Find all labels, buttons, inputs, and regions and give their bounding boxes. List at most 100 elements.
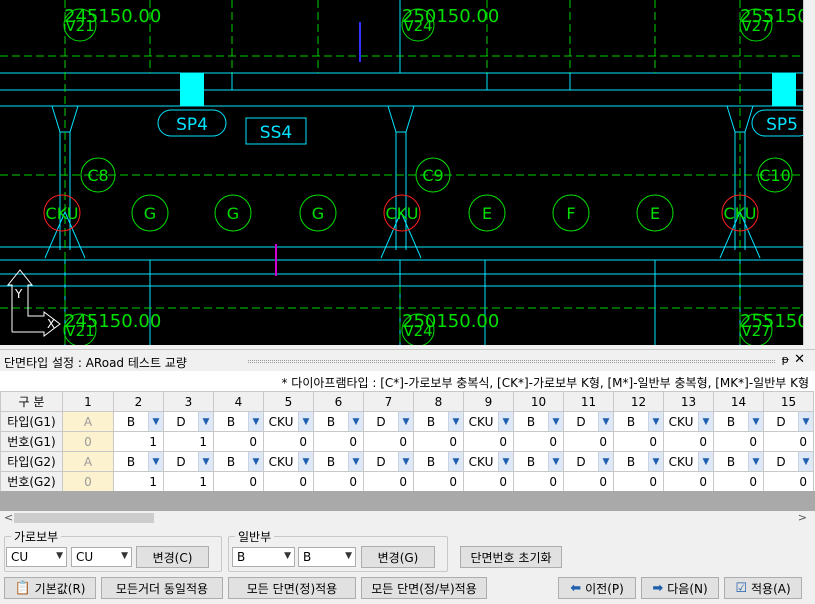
chevron-down-icon[interactable]: ▼: [148, 452, 163, 471]
grid-number-cell[interactable]: 0: [613, 431, 664, 452]
grid-type-select[interactable]: D ▼: [563, 451, 614, 472]
grid-type-select[interactable]: B ▼: [213, 451, 264, 472]
chevron-down-icon[interactable]: ▼: [698, 452, 713, 471]
grid-type-select[interactable]: CKU ▼: [263, 411, 314, 432]
grid-type-select[interactable]: B ▼: [313, 411, 364, 432]
grid-type-select[interactable]: B ▼: [713, 411, 764, 432]
chevron-down-icon[interactable]: ▼: [498, 452, 513, 471]
grid-number-cell[interactable]: 0: [363, 471, 414, 492]
chevron-down-icon[interactable]: ▼: [398, 412, 413, 431]
grid-number-cell[interactable]: 0: [513, 471, 564, 492]
grid-type-select[interactable]: CKU ▼: [663, 451, 714, 472]
grid-number-cell[interactable]: 0: [613, 471, 664, 492]
scroll-left-icon[interactable]: <: [4, 511, 13, 524]
grid-type-select[interactable]: D ▼: [563, 411, 614, 432]
cross-beam-change-button[interactable]: 변경(C): [136, 546, 209, 568]
chevron-down-icon[interactable]: ▼: [248, 452, 263, 471]
grid-number-cell[interactable]: 0: [763, 431, 814, 452]
chevron-down-icon[interactable]: ▼: [198, 452, 213, 471]
grid-type-select[interactable]: B ▼: [213, 411, 264, 432]
next-button[interactable]: ➡ 다음(N): [641, 577, 719, 599]
grid-type-select[interactable]: CKU ▼: [263, 451, 314, 472]
grid-type-select[interactable]: B ▼: [413, 411, 464, 432]
grid-number-cell[interactable]: 1: [113, 431, 164, 452]
grid-type-select[interactable]: B ▼: [613, 411, 664, 432]
default-button[interactable]: 📋 기본값(R): [4, 577, 96, 599]
prev-button[interactable]: ⬅ 이전(P): [558, 577, 636, 599]
chevron-down-icon[interactable]: ▼: [598, 452, 613, 471]
chevron-down-icon[interactable]: ▼: [748, 412, 763, 431]
general-combo-2[interactable]: B ▼: [298, 547, 356, 567]
grid-type-select[interactable]: B ▼: [513, 411, 564, 432]
grid-number-cell[interactable]: 1: [163, 431, 214, 452]
chevron-down-icon[interactable]: ▼: [748, 452, 763, 471]
chevron-down-icon[interactable]: ▼: [648, 452, 663, 471]
chevron-down-icon[interactable]: ▼: [348, 412, 363, 431]
grid-type-select[interactable]: CKU ▼: [463, 411, 514, 432]
grid-number-cell[interactable]: 0: [313, 471, 364, 492]
grid-type-select[interactable]: B ▼: [613, 451, 664, 472]
all-girder-same-button[interactable]: 모든거더 동일적용: [101, 577, 223, 599]
grid-number-cell[interactable]: 0: [413, 471, 464, 492]
grid-number-cell[interactable]: 0: [663, 471, 714, 492]
reset-section-number-button[interactable]: 단면번호 초기화: [460, 546, 562, 568]
grid-type-select[interactable]: D ▼: [763, 451, 814, 472]
grid-type-select[interactable]: B ▼: [413, 451, 464, 472]
apply-button[interactable]: ☑ 적용(A): [724, 577, 802, 599]
grid-number-cell[interactable]: 0: [463, 431, 514, 452]
chevron-down-icon[interactable]: ▼: [348, 452, 363, 471]
chevron-down-icon[interactable]: ▼: [498, 412, 513, 431]
close-icon[interactable]: ✕: [794, 352, 805, 367]
grid-type-select[interactable]: CKU ▼: [463, 451, 514, 472]
chevron-down-icon[interactable]: ▼: [248, 412, 263, 431]
grid-number-cell[interactable]: 0: [663, 431, 714, 452]
chevron-down-icon[interactable]: ▼: [198, 412, 213, 431]
chevron-down-icon[interactable]: ▼: [448, 412, 463, 431]
grid-number-cell[interactable]: 1: [163, 471, 214, 492]
chevron-down-icon[interactable]: ▼: [548, 452, 563, 471]
grid-number-cell[interactable]: 0: [763, 471, 814, 492]
scroll-thumb[interactable]: [14, 513, 154, 523]
grid-horizontal-scrollbar[interactable]: < >: [0, 511, 815, 525]
grid-type-select[interactable]: B ▼: [313, 451, 364, 472]
grid-number-cell[interactable]: 0: [713, 431, 764, 452]
chevron-down-icon[interactable]: ▼: [298, 412, 313, 431]
grid-number-cell[interactable]: 1: [113, 471, 164, 492]
grid-number-cell[interactable]: 0: [263, 431, 314, 452]
pin-icon[interactable]: ᵽ: [782, 353, 789, 366]
grid-type-select[interactable]: B ▼: [113, 451, 164, 472]
grid-number-cell[interactable]: 0: [713, 471, 764, 492]
grid-number-cell[interactable]: 0: [563, 471, 614, 492]
cad-viewport[interactable]: 245150.00 250150.00 255150 245150.00 250…: [0, 0, 815, 345]
general-combo-1[interactable]: B ▼: [232, 547, 295, 567]
grid-number-cell[interactable]: 0: [313, 431, 364, 452]
cad-vertical-scrollbar[interactable]: [803, 0, 815, 345]
cross-beam-combo-1[interactable]: CU ▼: [6, 547, 67, 567]
scroll-right-icon[interactable]: >: [798, 511, 807, 524]
grid-number-cell[interactable]: 0: [563, 431, 614, 452]
cross-beam-combo-2[interactable]: CU ▼: [71, 547, 132, 567]
grid-type-select[interactable]: D ▼: [163, 451, 214, 472]
all-section-main-sub-button[interactable]: 모든 단면(정/부)적용: [361, 577, 487, 599]
chevron-down-icon[interactable]: ▼: [298, 452, 313, 471]
chevron-down-icon[interactable]: ▼: [148, 412, 163, 431]
grid-number-cell[interactable]: 0: [363, 431, 414, 452]
chevron-down-icon[interactable]: ▼: [648, 412, 663, 431]
chevron-down-icon[interactable]: ▼: [548, 412, 563, 431]
chevron-down-icon[interactable]: ▼: [398, 452, 413, 471]
grid-type-select[interactable]: D ▼: [763, 411, 814, 432]
grid-type-select[interactable]: B ▼: [113, 411, 164, 432]
grid-number-cell[interactable]: 0: [213, 471, 264, 492]
grid-type-select[interactable]: D ▼: [363, 411, 414, 432]
all-section-main-button[interactable]: 모든 단면(정)적용: [228, 577, 356, 599]
grid-number-cell[interactable]: 0: [263, 471, 314, 492]
chevron-down-icon[interactable]: ▼: [598, 412, 613, 431]
grid-number-cell[interactable]: 0: [413, 431, 464, 452]
chevron-down-icon[interactable]: ▼: [448, 452, 463, 471]
grid-type-select[interactable]: D ▼: [163, 411, 214, 432]
grid-type-select[interactable]: D ▼: [363, 451, 414, 472]
general-change-button[interactable]: 변경(G): [361, 546, 435, 568]
grid-type-select[interactable]: CKU ▼: [663, 411, 714, 432]
chevron-down-icon[interactable]: ▼: [698, 412, 713, 431]
chevron-down-icon[interactable]: ▼: [798, 452, 813, 471]
